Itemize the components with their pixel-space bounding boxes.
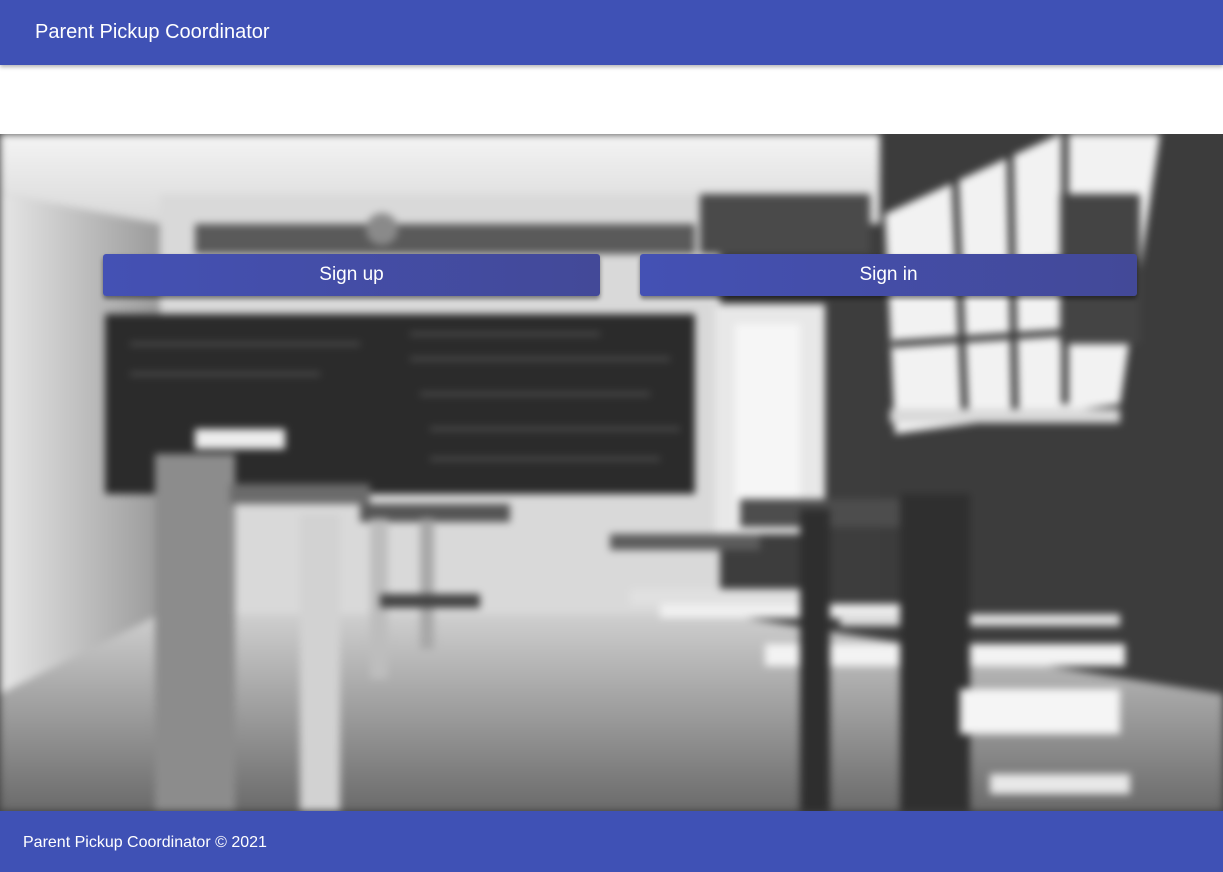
hero-section: Sign up Sign in xyxy=(0,134,1223,811)
app-bar: Parent Pickup Coordinator xyxy=(0,0,1223,65)
app-title: Parent Pickup Coordinator xyxy=(35,21,270,43)
footer: Parent Pickup Coordinator © 2021 xyxy=(0,811,1223,872)
footer-copyright: Parent Pickup Coordinator © 2021 xyxy=(23,834,267,851)
classroom-background-image xyxy=(0,134,1223,811)
sign-in-button[interactable]: Sign in xyxy=(640,254,1137,296)
sign-up-button[interactable]: Sign up xyxy=(103,254,600,296)
